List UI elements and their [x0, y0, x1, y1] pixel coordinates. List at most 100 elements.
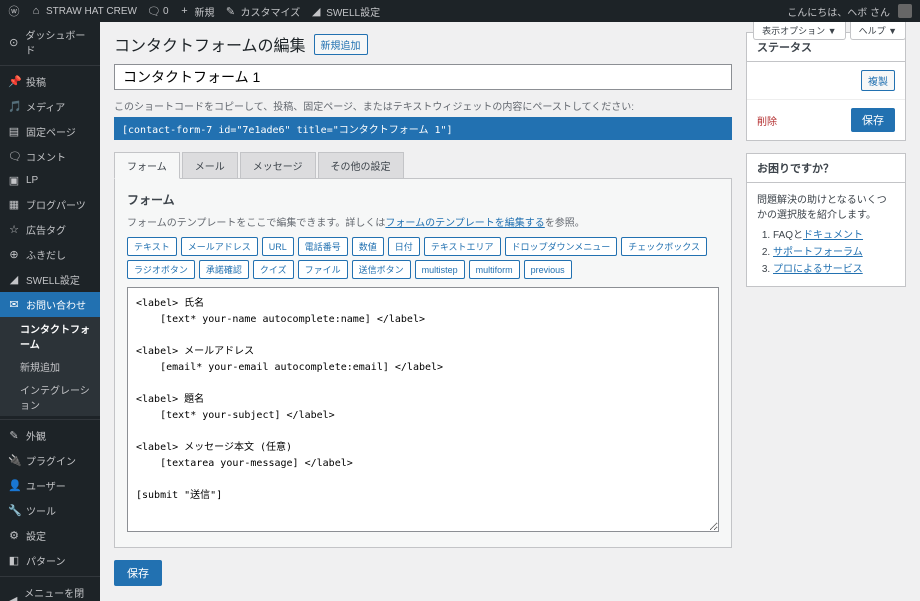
pattern-icon: ◧: [8, 554, 20, 567]
user-greeting[interactable]: こんにちは、ヘボ さん: [787, 4, 912, 19]
tag-button[interactable]: URL: [262, 237, 294, 256]
menu-users[interactable]: 👤ユーザー: [0, 473, 100, 498]
new-content[interactable]: +新規: [179, 4, 215, 19]
tag-button[interactable]: 日付: [388, 237, 420, 256]
tabs: フォーム メール メッセージ その他の設定: [114, 152, 732, 179]
brush-icon: ✎: [225, 5, 237, 18]
help-postbox: お困りですか？ 問題解決の助けとなるいくつかの選択肢を紹介します。 FAQとドキ…: [746, 153, 906, 287]
user-icon: 👤: [8, 479, 20, 492]
wp-logo[interactable]: ⓦ: [8, 3, 20, 19]
panel-heading: フォーム: [127, 191, 719, 208]
menu-blog-parts[interactable]: ▦ブログパーツ: [0, 192, 100, 217]
tag-button[interactable]: ラジオボタン: [127, 260, 195, 279]
tag-button[interactable]: 電話番号: [298, 237, 348, 256]
form-title-input[interactable]: [114, 64, 732, 90]
tag-button[interactable]: ドロップダウンメニュー: [505, 237, 618, 256]
admin-bar: ⓦ ⌂STRAW HAT CREW 🗨0 +新規 ✎カスタマイズ ◢SWELL設…: [0, 0, 920, 22]
shortcode-description: このショートコードをコピーして、投稿、固定ページ、またはテキストウィジェットの内…: [114, 98, 732, 113]
menu-comments[interactable]: 🗨コメント: [0, 144, 100, 169]
menu-collapse[interactable]: ◀メニューを閉じる: [0, 580, 100, 601]
menu-ad-tag[interactable]: ☆広告タグ: [0, 217, 100, 242]
tag-button[interactable]: チェックボックス: [621, 237, 707, 256]
tag-generator-buttons: テキストメールアドレスURL電話番号数値日付テキストエリアドロップダウンメニュー…: [127, 237, 719, 279]
tab-form[interactable]: フォーム: [114, 152, 180, 179]
dashboard-icon: ⊙: [8, 36, 19, 49]
menu-appearance[interactable]: ✎外観: [0, 423, 100, 448]
wordpress-icon: ⓦ: [8, 3, 20, 19]
lp-icon: ▣: [8, 174, 20, 187]
tag-button[interactable]: メールアドレス: [181, 237, 258, 256]
page-title: コンタクトフォームの編集: [114, 32, 306, 56]
screen-options-tab[interactable]: 表示オプション ▼: [753, 22, 845, 40]
menu-pages[interactable]: ▤固定ページ: [0, 119, 100, 144]
tag-button[interactable]: ファイル: [298, 260, 348, 279]
tag-button[interactable]: multiform: [469, 260, 520, 279]
help-tab[interactable]: ヘルプ ▼: [850, 22, 906, 40]
tag-button[interactable]: クイズ: [253, 260, 294, 279]
admin-bar-right: こんにちは、ヘボ さん: [787, 4, 912, 19]
site-name[interactable]: ⌂STRAW HAT CREW: [30, 5, 137, 17]
copy-button[interactable]: 複製: [861, 70, 895, 91]
comment-icon: 🗨: [147, 5, 159, 18]
page-icon: ▤: [8, 125, 20, 138]
tag-button[interactable]: 送信ボタン: [352, 260, 411, 279]
menu-plugins[interactable]: 🔌プラグイン: [0, 448, 100, 473]
tab-messages[interactable]: メッセージ: [240, 152, 316, 178]
screen-meta: 表示オプション ▼ ヘルプ ▼: [753, 22, 906, 40]
tag-button[interactable]: 承諾確認: [199, 260, 249, 279]
customize[interactable]: ✎カスタマイズ: [225, 4, 301, 19]
help-link-faq: FAQとドキュメント: [773, 227, 895, 244]
help-description: 問題解決の助けとなるいくつかの選択肢を紹介します。: [757, 191, 895, 221]
shortcode-text[interactable]: [contact-form-7 id="7e1ade6" title="コンタク…: [114, 117, 732, 140]
swell-icon: ◢: [310, 5, 322, 18]
save-button[interactable]: 保存: [114, 560, 162, 586]
help-link-pro: プロによるサービス: [773, 261, 895, 278]
comment-icon: 🗨: [8, 150, 20, 163]
tab-mail[interactable]: メール: [182, 152, 238, 178]
swell-settings[interactable]: ◢SWELL設定: [310, 4, 380, 19]
help-heading: お困りですか？: [747, 154, 905, 183]
comments-count[interactable]: 🗨0: [147, 5, 169, 18]
help-link-forum: サポートフォーラム: [773, 244, 895, 261]
template-help-link[interactable]: フォームのテンプレートを編集する: [385, 218, 544, 229]
submenu-add-new[interactable]: 新規追加: [0, 355, 100, 378]
plug-icon: 🔌: [8, 454, 20, 467]
submenu-integration[interactable]: インテグレーション: [0, 378, 100, 416]
tag-button[interactable]: テキスト: [127, 237, 177, 256]
main-column: コンタクトフォームの編集 新規追加 このショートコードをコピーして、投稿、固定ペ…: [114, 32, 732, 591]
home-icon: ⌂: [30, 5, 42, 17]
menu-contact[interactable]: ✉お問い合わせ: [0, 292, 100, 317]
plus-icon: +: [179, 5, 191, 17]
add-new-button[interactable]: 新規追加: [314, 34, 368, 55]
menu-lp[interactable]: ▣LP: [0, 169, 100, 192]
status-postbox: ステータス 複製 削除 保存: [746, 32, 906, 141]
collapse-icon: ◀: [8, 594, 18, 601]
menu-swell[interactable]: ◢SWELL設定: [0, 267, 100, 292]
submenu-contact-forms[interactable]: コンタクトフォーム: [0, 317, 100, 355]
menu-posts[interactable]: 📌投稿: [0, 69, 100, 94]
menu-tools[interactable]: 🔧ツール: [0, 498, 100, 523]
mail-icon: ✉: [8, 298, 20, 311]
menu-patterns[interactable]: ◧パターン: [0, 548, 100, 573]
side-column: ステータス 複製 削除 保存 お困りですか？ 問題解決の助けとなるいくつかの選択…: [746, 32, 906, 591]
tab-other[interactable]: その他の設定: [318, 152, 404, 178]
form-template-textarea[interactable]: [127, 287, 719, 532]
form-panel: フォーム フォームのテンプレートをここで編集できます。詳しくはフォームのテンプレ…: [114, 179, 732, 548]
bubble-icon: ⊕: [8, 248, 20, 261]
tag-button[interactable]: previous: [524, 260, 572, 279]
ad-icon: ☆: [8, 223, 20, 236]
menu-dashboard[interactable]: ⊙ダッシュボード: [0, 22, 100, 62]
tag-button[interactable]: テキストエリア: [424, 237, 501, 256]
tag-button[interactable]: 数値: [352, 237, 384, 256]
tag-button[interactable]: multistep: [415, 260, 465, 279]
admin-bar-left: ⓦ ⌂STRAW HAT CREW 🗨0 +新規 ✎カスタマイズ ◢SWELL設…: [8, 3, 380, 19]
menu-fukidashi[interactable]: ⊕ふきだし: [0, 242, 100, 267]
media-icon: 🎵: [8, 100, 20, 113]
side-save-button[interactable]: 保存: [851, 108, 895, 132]
delete-link[interactable]: 削除: [757, 113, 777, 128]
menu-media[interactable]: 🎵メディア: [0, 94, 100, 119]
panel-description: フォームのテンプレートをここで編集できます。詳しくはフォームのテンプレートを編集…: [127, 214, 719, 229]
brush-icon: ✎: [8, 429, 20, 442]
menu-settings[interactable]: ⚙設定: [0, 523, 100, 548]
submenu-contact: コンタクトフォーム 新規追加 インテグレーション: [0, 317, 100, 416]
